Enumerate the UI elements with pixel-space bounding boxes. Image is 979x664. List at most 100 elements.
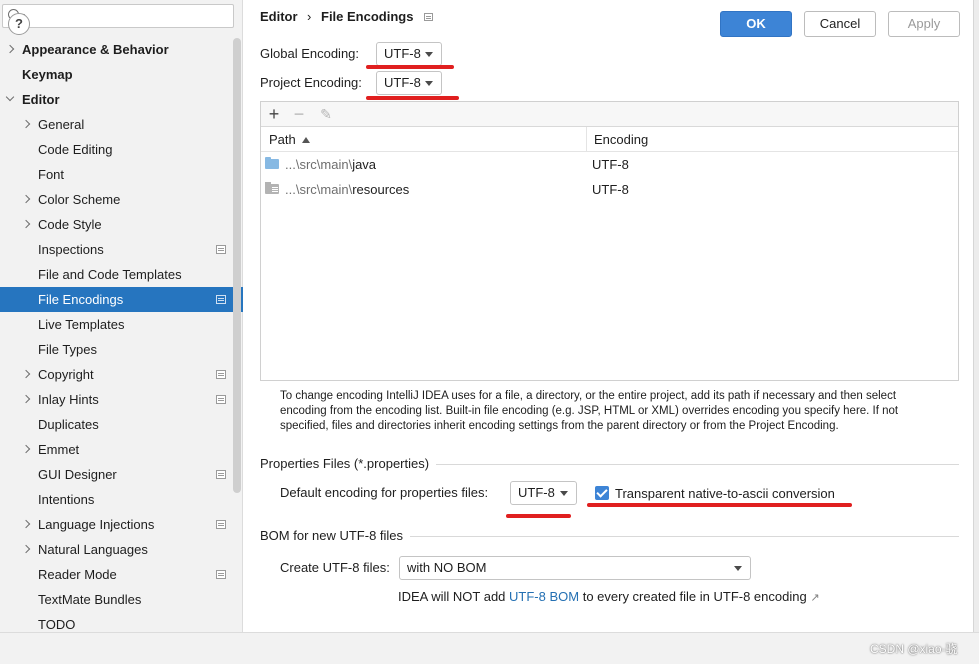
sidebar-item-file-and-code-templates[interactable]: File and Code Templates: [0, 262, 243, 287]
chevron-down-icon: [560, 491, 568, 496]
sidebar-item-color-scheme[interactable]: Color Scheme: [0, 187, 243, 212]
bom-note: IDEA will NOT add UTF-8 BOM to every cre…: [398, 589, 820, 604]
chevron-down-icon: [734, 566, 742, 571]
table-row[interactable]: ...\src\main\resources UTF-8: [261, 177, 958, 202]
create-utf8-bom-value: with NO BOM: [407, 560, 487, 575]
sidebar-item-gui-designer[interactable]: GUI Designer: [0, 462, 243, 487]
chevron-right-icon[interactable]: [21, 119, 31, 129]
sidebar-item-inlay-hints[interactable]: Inlay Hints: [0, 387, 243, 412]
sidebar-item-natural-languages[interactable]: Natural Languages: [0, 537, 243, 562]
path-name: resources: [352, 182, 410, 197]
sidebar-item-label: Font: [38, 167, 65, 182]
sidebar-item-duplicates[interactable]: Duplicates: [0, 412, 243, 437]
column-header-encoding[interactable]: Encoding: [594, 127, 648, 152]
path-prefix: ...\src\main\: [285, 182, 353, 197]
sidebar-item-label: GUI Designer: [38, 467, 117, 482]
transparent-conversion-checkbox[interactable]: [595, 486, 609, 500]
sidebar-item-label: Inlay Hints: [38, 392, 99, 407]
external-link-icon: ↗: [810, 592, 820, 604]
settings-search-input[interactable]: [2, 4, 234, 28]
sidebar-scrollbar[interactable]: [233, 38, 241, 493]
sidebar-item-textmate-bundles[interactable]: TextMate Bundles: [0, 587, 243, 612]
sidebar-item-language-injections[interactable]: Language Injections: [0, 512, 243, 537]
sidebar-item-copyright[interactable]: Copyright: [0, 362, 243, 387]
chevron-right-icon[interactable]: [21, 519, 31, 529]
sidebar-item-label: Language Injections: [38, 517, 155, 532]
section-divider: [410, 536, 959, 537]
sidebar-item-label: File and Code Templates: [38, 267, 182, 282]
project-settings-icon: [216, 295, 226, 304]
sidebar-item-inspections[interactable]: Inspections: [0, 237, 243, 262]
red-annotation-underline: [587, 503, 852, 507]
sidebar-item-label: File Types: [38, 342, 98, 357]
column-divider[interactable]: [586, 127, 587, 152]
transparent-conversion-label[interactable]: Transparent native-to-ascii conversion: [615, 486, 835, 501]
chevron-down-icon[interactable]: [5, 92, 15, 102]
sidebar-item-live-templates[interactable]: Live Templates: [0, 312, 243, 337]
breadcrumb-parent[interactable]: Editor: [260, 9, 298, 24]
project-encoding-dropdown[interactable]: UTF-8: [376, 71, 442, 95]
sidebar-item-label: Appearance & Behavior: [22, 42, 169, 57]
apply-button[interactable]: Apply: [888, 11, 960, 37]
global-encoding-dropdown[interactable]: UTF-8: [376, 42, 442, 66]
project-settings-icon: [216, 520, 226, 529]
sidebar-item-editor[interactable]: Editor: [0, 87, 243, 112]
bom-note-prefix: IDEA will NOT add: [398, 589, 510, 604]
edit-icon[interactable]: ✎: [316, 104, 336, 124]
sidebar-item-appearance-behavior[interactable]: Appearance & Behavior: [0, 37, 243, 62]
add-icon[interactable]: +: [264, 104, 284, 124]
section-divider: [436, 464, 959, 465]
sidebar-item-label: Inspections: [38, 242, 104, 257]
properties-default-encoding-label: Default encoding for properties files:: [280, 485, 489, 500]
project-settings-icon: [216, 470, 226, 479]
red-annotation-underline: [366, 96, 459, 100]
table-row[interactable]: ...\src\main\java UTF-8: [261, 152, 958, 177]
bom-note-suffix: to every created file in UTF-8 encoding: [579, 589, 807, 604]
sidebar-item-keymap[interactable]: Keymap: [0, 62, 243, 87]
sidebar-item-font[interactable]: Font: [0, 162, 243, 187]
properties-section-title: Properties Files (*.properties): [260, 456, 430, 471]
sidebar-item-reader-mode[interactable]: Reader Mode: [0, 562, 243, 587]
sidebar-item-code-style[interactable]: Code Style: [0, 212, 243, 237]
ok-button[interactable]: OK: [720, 11, 792, 37]
sidebar-item-label: Editor: [22, 92, 60, 107]
create-utf8-bom-dropdown[interactable]: with NO BOM: [399, 556, 751, 580]
watermark: CSDN @xiao-骁: [870, 642, 958, 656]
utf8-bom-link[interactable]: UTF-8 BOM: [509, 589, 579, 604]
sidebar-item-label: Natural Languages: [38, 542, 148, 557]
sidebar-item-file-encodings[interactable]: File Encodings: [0, 287, 243, 312]
column-header-path[interactable]: Path: [269, 127, 310, 152]
sidebar-item-label: Intentions: [38, 492, 95, 507]
create-utf8-label: Create UTF-8 files:: [280, 560, 390, 575]
chevron-right-icon[interactable]: [21, 194, 31, 204]
chevron-right-icon[interactable]: [21, 444, 31, 454]
project-encoding-label: Project Encoding:: [260, 75, 362, 90]
encoding-help-text: To change encoding IntelliJ IDEA uses fo…: [280, 390, 899, 432]
sidebar-item-emmet[interactable]: Emmet: [0, 437, 243, 462]
chevron-right-icon[interactable]: [21, 369, 31, 379]
sidebar-item-file-types[interactable]: File Types: [0, 337, 243, 362]
project-settings-icon: [216, 370, 226, 379]
chevron-right-icon[interactable]: [21, 394, 31, 404]
global-encoding-value: UTF-8: [384, 46, 421, 61]
sidebar-item-code-editing[interactable]: Code Editing: [0, 137, 243, 162]
properties-encoding-dropdown[interactable]: UTF-8: [510, 481, 577, 505]
encoding-cell[interactable]: UTF-8: [592, 177, 629, 202]
sidebar-item-general[interactable]: General: [0, 112, 243, 137]
sidebar-item-intentions[interactable]: Intentions: [0, 487, 243, 512]
cancel-button[interactable]: Cancel: [804, 11, 876, 37]
chevron-right-icon[interactable]: [21, 544, 31, 554]
global-encoding-label: Global Encoding:: [260, 46, 360, 61]
path-prefix: ...\src\main\: [285, 157, 353, 172]
sidebar-item-label: Keymap: [22, 67, 73, 82]
chevron-right-icon[interactable]: [5, 44, 15, 54]
chevron-right-icon[interactable]: [21, 219, 31, 229]
dialog-footer: [0, 632, 979, 664]
encoding-cell[interactable]: UTF-8: [592, 152, 629, 177]
sidebar-item-label: Emmet: [38, 442, 80, 457]
sidebar-item-label: General: [38, 117, 85, 132]
remove-icon[interactable]: −: [289, 104, 309, 124]
column-header-path-label: Path: [269, 132, 296, 147]
bom-section-title: BOM for new UTF-8 files: [260, 528, 404, 543]
help-button[interactable]: ?: [8, 13, 30, 35]
